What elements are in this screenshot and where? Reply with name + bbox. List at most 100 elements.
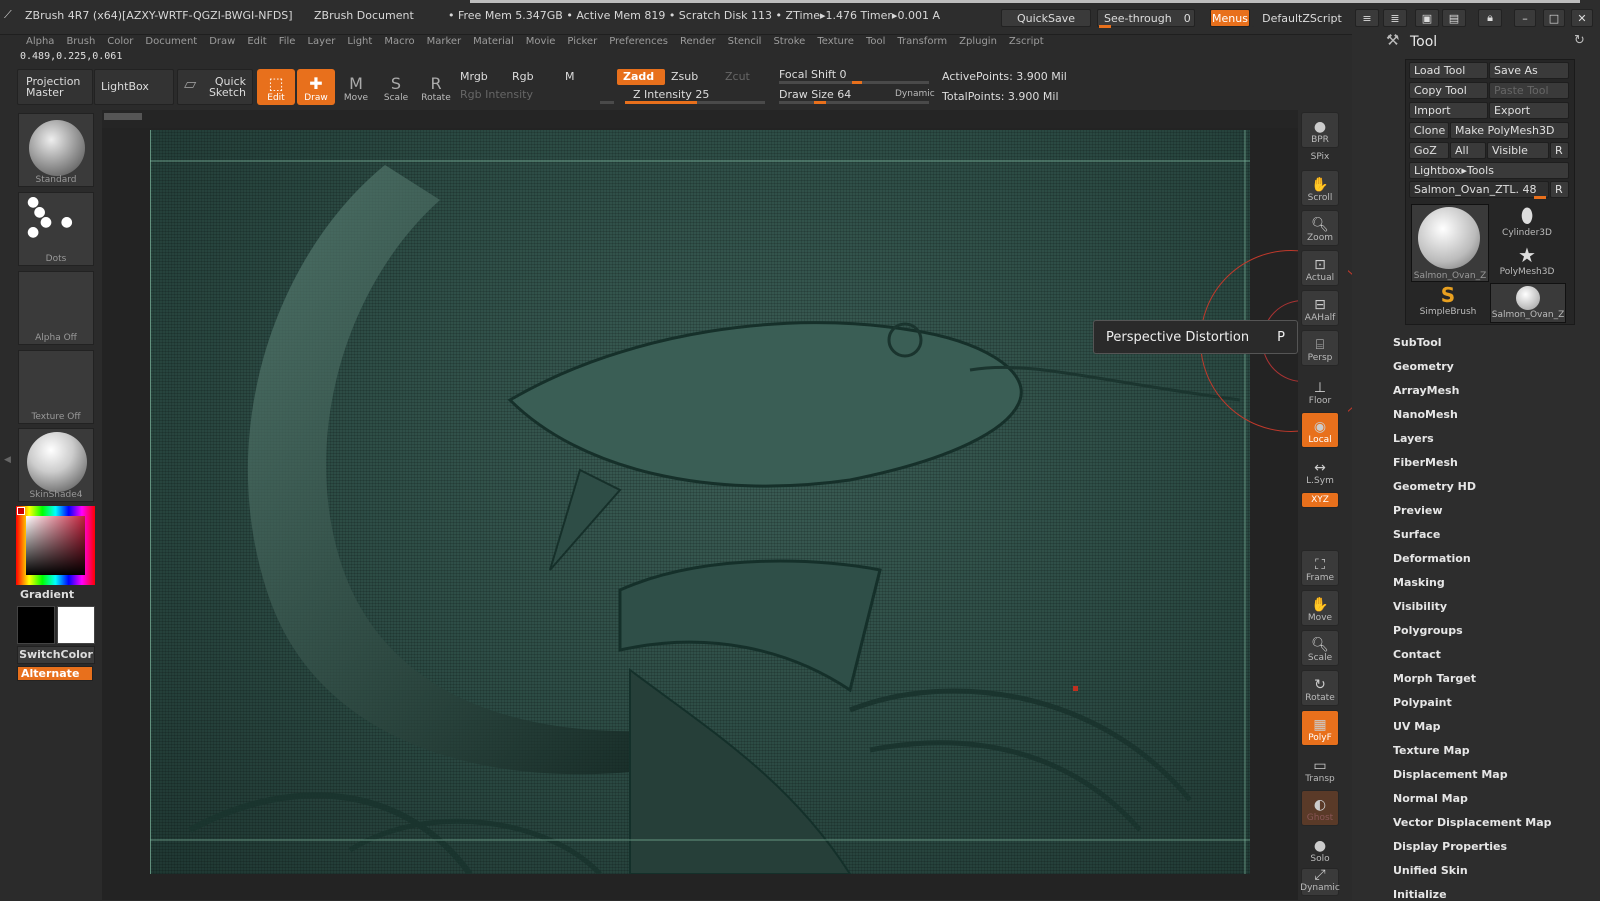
menu-texture[interactable]: Texture <box>811 34 860 50</box>
rgb-button[interactable]: Rgb <box>512 70 534 83</box>
quick-sketch-button[interactable]: ▱ Quick Sketch <box>177 69 253 105</box>
menu-tool[interactable]: Tool <box>860 34 891 50</box>
menu-zscript[interactable]: Zscript <box>1003 34 1050 50</box>
subpalette-morph-target[interactable]: Morph Target <box>1393 672 1476 685</box>
material-thumbnail[interactable]: SkinShade4 <box>18 428 94 502</box>
default-zscript-button[interactable]: DefaultZScript <box>1252 9 1352 27</box>
menu-draw[interactable]: Draw <box>203 34 241 50</box>
mrgb-button[interactable]: Mrgb <box>460 70 488 83</box>
edit-button[interactable]: ⬚ Edit <box>257 69 295 105</box>
stroke-thumbnail[interactable]: ● ● ● ● ● Dots <box>18 192 94 266</box>
z-intensity-slider[interactable]: Z Intensity 25 <box>633 88 709 101</box>
subpalette-polypaint[interactable]: Polypaint <box>1393 696 1452 709</box>
alpha-thumbnail[interactable]: Alpha Off <box>18 271 94 345</box>
paste-tool-button[interactable]: Paste Tool <box>1489 82 1569 99</box>
subpalette-displacement-map[interactable]: Displacement Map <box>1393 768 1508 781</box>
subpalette-subtool[interactable]: SubTool <box>1393 336 1442 349</box>
color-picker[interactable] <box>16 506 95 585</box>
rotate-button[interactable]: R Rotate <box>417 69 455 105</box>
menu-stroke[interactable]: Stroke <box>767 34 811 50</box>
menu-marker[interactable]: Marker <box>421 34 468 50</box>
tool-thumb-salmon-small[interactable]: Salmon_Ovan_Z <box>1490 283 1566 323</box>
menu-movie[interactable]: Movie <box>520 34 562 50</box>
gradient-toggle[interactable]: Gradient <box>20 588 74 601</box>
layout-icon[interactable]: ≡ <box>1355 9 1379 27</box>
focal-shift-slider[interactable]: Focal Shift 0 <box>779 68 847 81</box>
clone-button[interactable]: Clone <box>1409 122 1449 139</box>
export-button[interactable]: Export <box>1489 102 1569 119</box>
brush-thumbnail[interactable]: Standard <box>18 113 94 187</box>
color-saturation-square[interactable] <box>26 516 85 575</box>
subpalette-contact[interactable]: Contact <box>1393 648 1441 661</box>
subpalette-texture-map[interactable]: Texture Map <box>1393 744 1470 757</box>
lightbox-button[interactable]: LightBox <box>94 69 174 105</box>
scale-button[interactable]: S Scale <box>377 69 415 105</box>
zcut-button[interactable]: Zcut <box>725 70 750 83</box>
tool-thumb-polymesh3d[interactable]: ★ PolyMesh3D <box>1490 243 1564 281</box>
subpalette-normal-map[interactable]: Normal Map <box>1393 792 1468 805</box>
load-tool-button[interactable]: Load Tool <box>1409 62 1488 79</box>
shelf-polyf-button[interactable]: ▦ PolyF <box>1301 710 1339 746</box>
tool-thumb-salmon-active[interactable]: Salmon_Ovan_Z <box>1411 204 1489 282</box>
subpalette-visibility[interactable]: Visibility <box>1393 600 1447 613</box>
copy-tool-button[interactable]: Copy Tool <box>1409 82 1488 99</box>
shelf-l-sym-button[interactable]: ↔ L.Sym <box>1301 452 1339 488</box>
subpalette-unified-skin[interactable]: Unified Skin <box>1393 864 1468 877</box>
zadd-button[interactable]: Zadd <box>617 69 665 85</box>
menu-color[interactable]: Color <box>101 34 139 50</box>
menu-material[interactable]: Material <box>467 34 520 50</box>
shelf-scroll-button[interactable]: ✋ Scroll <box>1301 170 1339 206</box>
zsub-button[interactable]: Zsub <box>671 70 698 83</box>
menu-zplugin[interactable]: Zplugin <box>953 34 1003 50</box>
m-button[interactable]: M <box>565 70 575 83</box>
subpalette-uv-map[interactable]: UV Map <box>1393 720 1441 733</box>
alternate-button[interactable]: Alternate <box>17 666 93 681</box>
subpalette-geometry-hd[interactable]: Geometry HD <box>1393 480 1476 493</box>
shelf-rotate-button[interactable]: ↻ Rotate <box>1301 670 1339 706</box>
close-icon[interactable]: ✕ <box>1571 9 1593 27</box>
3d-viewport[interactable] <box>150 130 1250 874</box>
shelf-frame-button[interactable]: ⛶ Frame <box>1301 550 1339 586</box>
make-polymesh3d-button[interactable]: Make PolyMesh3D <box>1450 122 1569 139</box>
import-button[interactable]: Import <box>1409 102 1488 119</box>
subpalette-deformation[interactable]: Deformation <box>1393 552 1471 565</box>
left-tray-arrow-icon[interactable]: ◀ <box>4 455 11 465</box>
current-tool-slider[interactable]: Salmon_Ovan_ZTL. 48 <box>1409 181 1549 198</box>
move-button[interactable]: M Move <box>337 69 375 105</box>
goz-button[interactable]: GoZ <box>1409 142 1449 159</box>
menu-edit[interactable]: Edit <box>241 34 272 50</box>
shelf-bpr-button[interactable]: ● BPR <box>1301 112 1339 148</box>
menu-stencil[interactable]: Stencil <box>722 34 768 50</box>
shelf-dynamic-button[interactable]: ⤢ Dynamic <box>1300 867 1340 896</box>
ui-layout-icon[interactable]: ▣ <box>1415 9 1439 27</box>
menu-alpha[interactable]: Alpha <box>20 34 60 50</box>
tool-r-button[interactable]: R <box>1550 181 1569 198</box>
menu-file[interactable]: File <box>273 34 302 50</box>
subpalette-geometry[interactable]: Geometry <box>1393 360 1454 373</box>
shelf-solo-button[interactable]: ● Solo <box>1301 830 1339 866</box>
subpalette-nanomesh[interactable]: NanoMesh <box>1393 408 1458 421</box>
tool-thumb-simplebrush[interactable]: S SimpleBrush <box>1411 283 1485 321</box>
subpalette-fibermesh[interactable]: FiberMesh <box>1393 456 1458 469</box>
menu-preferences[interactable]: Preferences <box>603 34 674 50</box>
minimize-icon[interactable]: – <box>1514 9 1536 27</box>
switch-color-button[interactable]: SwitchColor <box>17 646 95 664</box>
quicksave-button[interactable]: QuickSave <box>1001 9 1091 27</box>
menu-layer[interactable]: Layer <box>301 34 341 50</box>
document-scroll-handle[interactable] <box>104 113 142 120</box>
shelf-floor-button[interactable]: ⊥ Floor <box>1301 372 1339 408</box>
goz-all-button[interactable]: All <box>1450 142 1486 159</box>
menu-transform[interactable]: Transform <box>891 34 953 50</box>
menu-brush[interactable]: Brush <box>60 34 101 50</box>
subpalette-vector-displacement-map[interactable]: Vector Displacement Map <box>1393 816 1552 829</box>
subpalette-arraymesh[interactable]: ArrayMesh <box>1393 384 1459 397</box>
subpalette-masking[interactable]: Masking <box>1393 576 1445 589</box>
menu-macro[interactable]: Macro <box>378 34 420 50</box>
shelf-local-button[interactable]: ◉ Local <box>1301 412 1339 448</box>
goz-r-button[interactable]: R <box>1550 142 1569 159</box>
subpalette-initialize[interactable]: Initialize <box>1393 888 1447 901</box>
shelf-aahalf-button[interactable]: ⊟ AAHalf <box>1301 290 1339 326</box>
shelf-persp-button[interactable]: ⌸ Persp <box>1301 330 1339 366</box>
lock-icon[interactable]: 🔒︎ <box>1478 9 1502 27</box>
layout-alt-icon[interactable]: ≣ <box>1383 9 1407 27</box>
